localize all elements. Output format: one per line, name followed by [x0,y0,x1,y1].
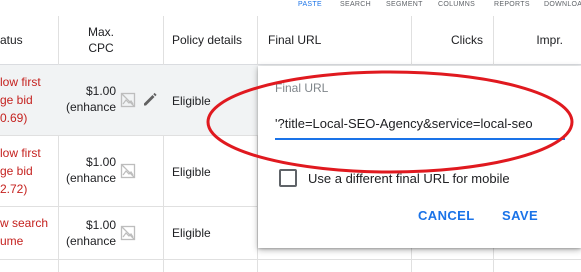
status-line: low first [0,75,41,89]
image-placeholder-icon [120,163,136,179]
toolbar-segment[interactable]: SEGMENT [386,0,423,10]
table-row[interactable] [0,260,581,272]
header-impressions[interactable]: Impr. [500,16,563,64]
checkbox-icon[interactable] [279,169,297,187]
status-line: low first [0,146,41,160]
image-placeholder-icon [120,225,136,241]
bid-amount: $1.00 [85,84,116,98]
max-cpc-value: $1.00 (enhance [64,154,116,186]
toolbar-reports[interactable]: REPORTS [494,0,530,10]
status-text[interactable]: low first ge bid 2.72) [0,144,41,198]
policy-status: Eligible [172,94,211,108]
status-line: ge bid [0,164,33,178]
status-line: w search [0,216,49,230]
bid-strategy: (enhance [65,171,116,185]
policy-status: Eligible [172,165,211,179]
status-line: ume [0,234,24,248]
save-button[interactable]: SAVE [502,208,538,223]
status-text[interactable]: low first ge bid 0.69) [0,73,41,127]
toolbar-paste[interactable]: PASTE [298,0,322,10]
toolbar-columns[interactable]: COLUMNS [438,0,475,10]
final-url-editor: Final URL '?title=Local-SEO-Agency&servi… [258,66,581,248]
policy-status: Eligible [172,226,211,240]
header-clicks[interactable]: Clicks [420,16,483,64]
header-status[interactable]: atus [0,16,58,64]
header-max-cpc[interactable]: Max. CPC [58,16,144,64]
field-label: Final URL [275,81,329,95]
input-underline [275,138,565,140]
bid-amount: $1.00 [85,218,116,232]
header-policy-details[interactable]: Policy details [172,16,242,64]
image-placeholder-icon [120,92,136,108]
toolbar-download[interactable]: DOWNLOAD [544,0,581,10]
bid-strategy: (enhance [65,100,116,114]
toolbar-search[interactable]: SEARCH [340,0,371,10]
mobile-url-checkbox-label[interactable]: Use a different final URL for mobile [308,171,510,186]
status-line: 2.72) [0,182,28,196]
toolbar: PASTE SEARCH SEGMENT COLUMNS REPORTS DOW… [0,0,581,16]
status-line: 0.69) [0,111,28,125]
bid-amount: $1.00 [85,155,116,169]
final-url-input[interactable]: '?title=Local-SEO-Agency&service=local-s… [275,116,533,131]
pencil-icon[interactable] [142,91,158,107]
bid-strategy: (enhance [65,234,116,248]
status-text[interactable]: w search ume [0,214,48,250]
status-line: ge bid [0,93,33,107]
cancel-button[interactable]: CANCEL [418,208,475,223]
max-cpc-value: $1.00 (enhance [64,83,116,115]
max-cpc-value: $1.00 (enhance [64,217,116,249]
header-final-url[interactable]: Final URL [268,16,321,64]
